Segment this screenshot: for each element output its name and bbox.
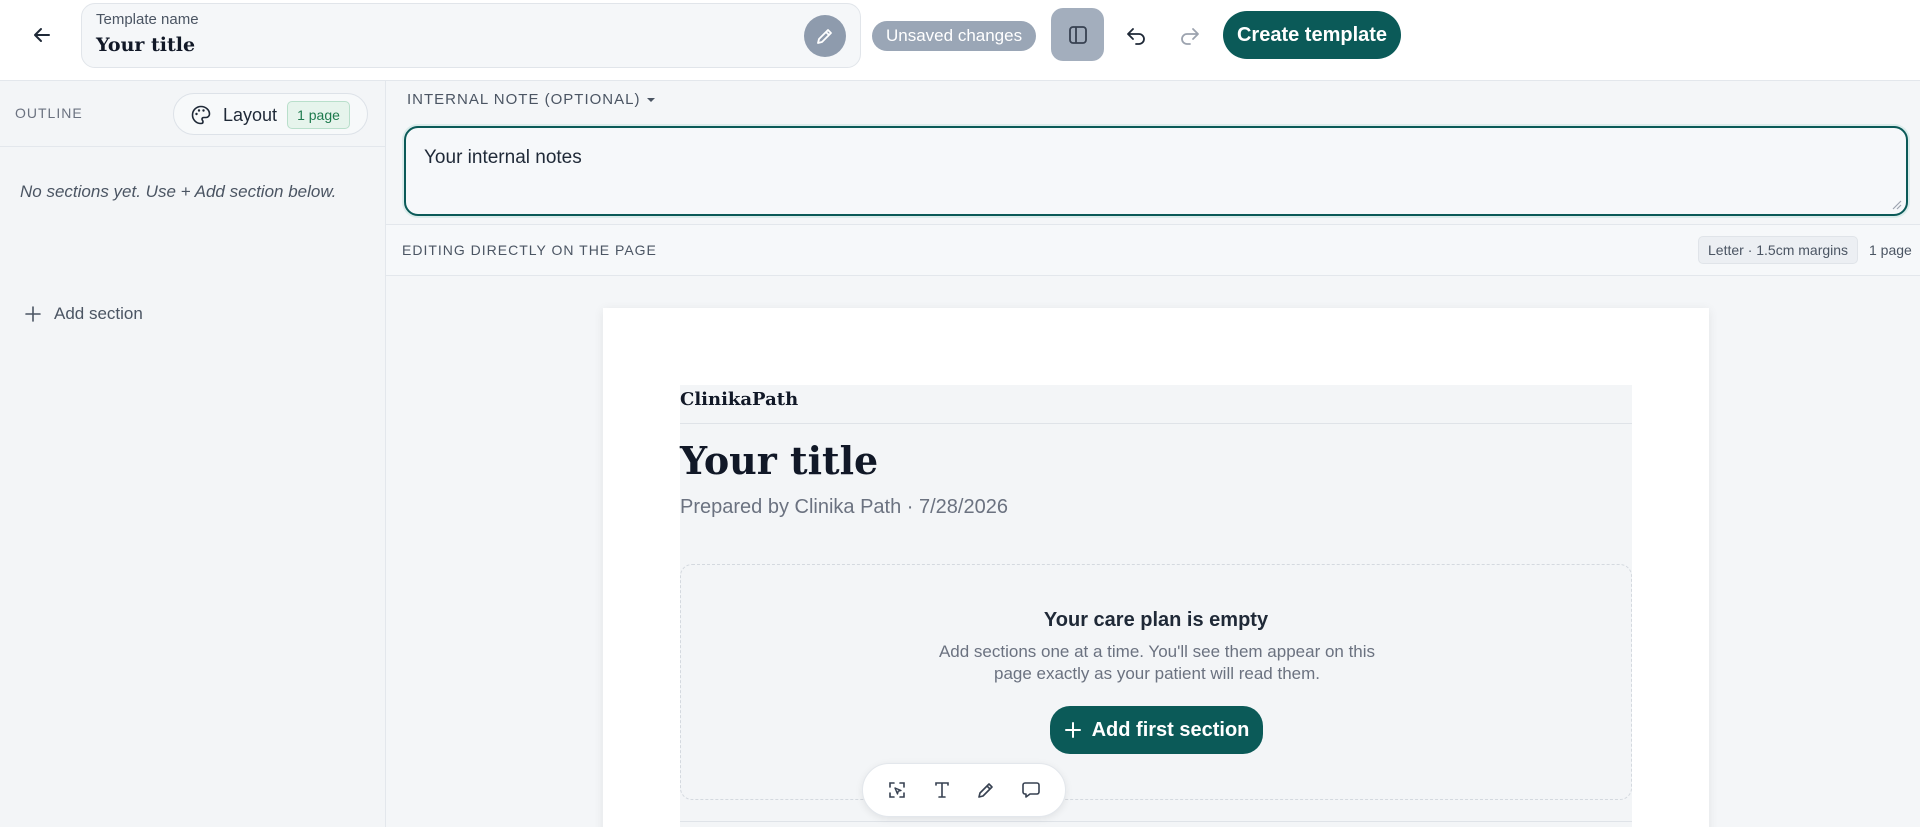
- add-first-section-button[interactable]: Add first section: [1050, 706, 1263, 754]
- create-template-button[interactable]: Create template: [1223, 11, 1401, 59]
- text-tool[interactable]: [924, 772, 960, 808]
- arrow-left-icon: [34, 28, 50, 42]
- prepared-by-line: Prepared by Clinika Path · 7/28/2026: [680, 496, 1008, 518]
- redo-icon: [1181, 28, 1199, 45]
- layout-button[interactable]: Layout 1 page: [173, 93, 368, 135]
- add-section-button[interactable]: Add section: [24, 304, 143, 324]
- select-area-icon: [889, 782, 906, 798]
- select-area-tool[interactable]: [879, 772, 915, 808]
- pencil-icon: [978, 783, 994, 798]
- outline-sidebar: OUTLINE Layout 1 page No sections yet. U…: [0, 81, 386, 827]
- floating-toolbar: [862, 763, 1066, 817]
- edit-name-button[interactable]: [804, 15, 846, 57]
- plus-icon: [1064, 722, 1081, 738]
- back-button[interactable]: [22, 18, 62, 52]
- template-name-field[interactable]: Template name Your title: [81, 3, 861, 68]
- caret-down-icon: [647, 97, 656, 102]
- page-content: ClinikaPath Your title Prepared by Clini…: [680, 385, 1632, 827]
- sidebar-panel-icon: [1068, 25, 1087, 44]
- text-icon: [934, 782, 949, 798]
- sidebar-header: OUTLINE Layout 1 page: [0, 81, 385, 147]
- editing-strip: EDITING DIRECTLY ON THE PAGE Letter · 1.…: [386, 224, 1920, 276]
- outline-label: OUTLINE: [15, 105, 83, 121]
- top-bar: Template name Your title Unsaved changes…: [0, 0, 1920, 81]
- no-sections-message: No sections yet. Use + Add section below…: [20, 182, 337, 201]
- template-name-value[interactable]: Your title: [96, 34, 195, 56]
- brand-name: ClinikaPath: [680, 389, 799, 410]
- palette-icon: [191, 105, 211, 125]
- pencil-icon: [817, 29, 832, 44]
- page-count-badge: 1 page: [287, 101, 350, 129]
- footer-divider: [680, 821, 1632, 822]
- toggle-panel-button[interactable]: [1051, 8, 1104, 61]
- document-title[interactable]: Your title: [680, 438, 878, 483]
- layout-label: Layout: [223, 105, 278, 125]
- comment-icon: [1021, 782, 1040, 798]
- add-section-label: Add section: [54, 304, 143, 323]
- document-page: ClinikaPath Your title Prepared by Clini…: [603, 308, 1709, 827]
- internal-note-toggle[interactable]: INTERNAL NOTE (OPTIONAL): [407, 91, 656, 108]
- internal-note-label: INTERNAL NOTE (OPTIONAL): [407, 91, 641, 108]
- empty-plan-card: Your care plan is empty Add sections one…: [680, 564, 1632, 800]
- draw-tool[interactable]: [968, 772, 1004, 808]
- main-editor: INTERNAL NOTE (OPTIONAL) Your internal n…: [386, 81, 1920, 827]
- internal-note-textarea[interactable]: Your internal notes: [404, 126, 1908, 216]
- header-divider: [680, 423, 1632, 424]
- comment-tool[interactable]: [1013, 772, 1049, 808]
- internal-note-text: Your internal notes: [424, 147, 582, 168]
- empty-plan-description: Add sections one at a time. You'll see t…: [938, 642, 1376, 683]
- page-format-badge: Letter · 1.5cm margins: [1698, 236, 1859, 264]
- undo-icon: [1127, 28, 1145, 45]
- pages-count: 1 page: [1869, 242, 1912, 258]
- redo-button[interactable]: [1172, 18, 1208, 52]
- template-name-label: Template name: [96, 11, 199, 28]
- plus-icon: [25, 306, 41, 322]
- add-first-section-label: Add first section: [1091, 718, 1250, 741]
- editing-mode-label: EDITING DIRECTLY ON THE PAGE: [402, 242, 657, 258]
- empty-plan-title: Your care plan is empty: [1043, 609, 1269, 631]
- resize-grip-icon[interactable]: [1890, 198, 1902, 210]
- unsaved-changes-badge: Unsaved changes: [872, 21, 1037, 51]
- undo-button[interactable]: [1118, 18, 1154, 52]
